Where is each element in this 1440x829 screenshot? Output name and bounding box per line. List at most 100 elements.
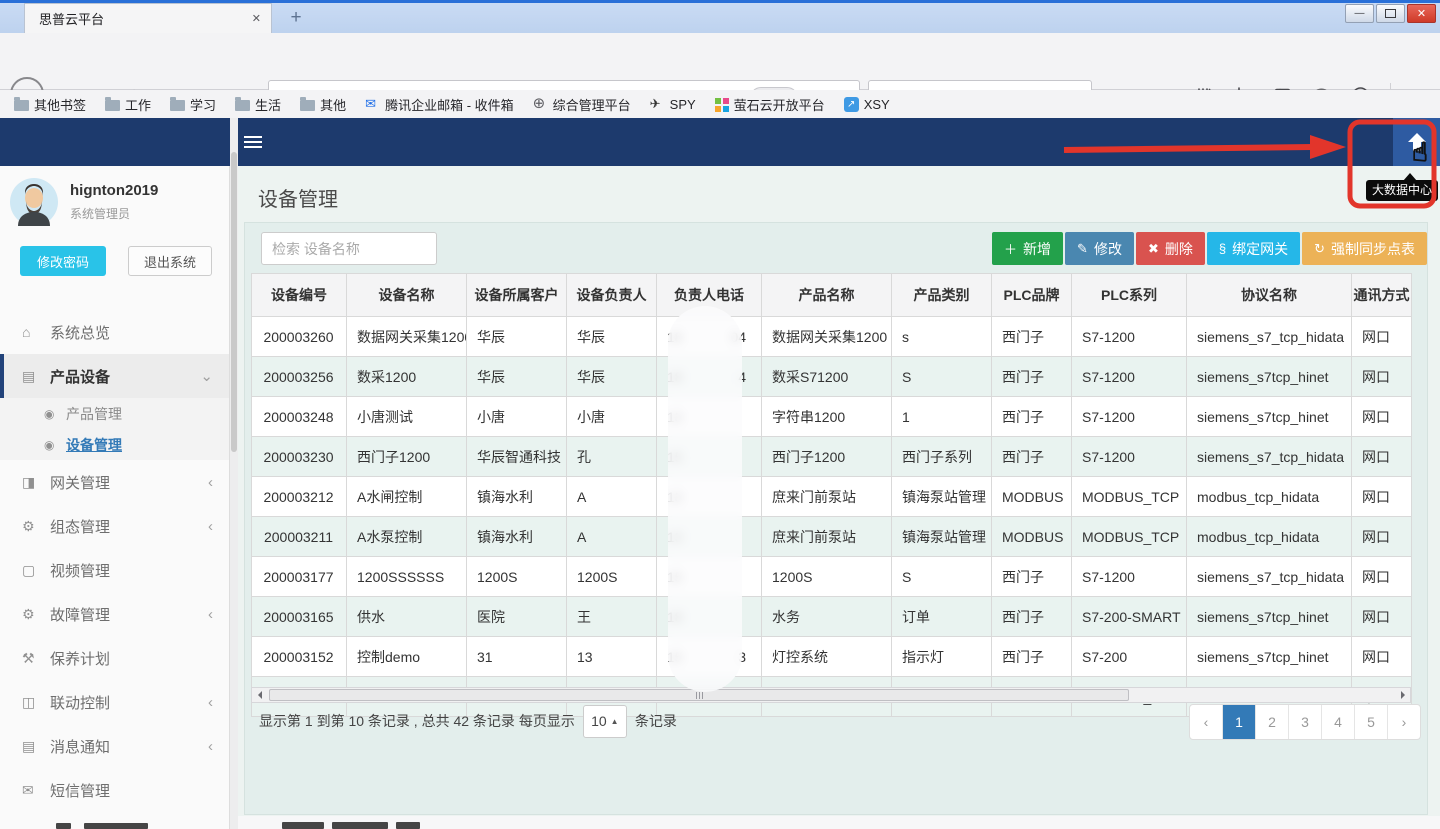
cell-plc-brand: MODBUS (992, 517, 1072, 557)
device-table-row[interactable]: 200003260 数据网关采集1200 华辰 华辰 1804 数据网关采集12… (252, 317, 1412, 357)
window-minimize-button[interactable]: — (1345, 4, 1374, 23)
cell-product: 庶来门前泵站 (762, 477, 892, 517)
page-button[interactable]: 5 (1354, 705, 1387, 739)
bookmark-item[interactable]: 综合管理平台 (533, 95, 631, 114)
scroll-right-arrow-icon[interactable] (1395, 688, 1410, 702)
cell-device-name: A水泵控制 (347, 517, 467, 557)
bookmark-item[interactable]: 生活 (235, 95, 281, 114)
scroll-left-arrow-icon[interactable] (252, 688, 267, 702)
page-size-select[interactable]: 10 ▲ (583, 705, 627, 738)
page-button[interactable]: 1 (1222, 705, 1255, 739)
device-search-input[interactable] (261, 232, 437, 265)
avatar[interactable] (10, 178, 58, 226)
table-column-header[interactable]: PLC系列 (1072, 274, 1187, 317)
cell-owner: 华辰 (567, 357, 657, 397)
cell-customer: 1200S (467, 557, 567, 597)
sidebar-menu-item[interactable]: ⚙ 组态管理 ‹ (0, 504, 229, 548)
page-title: 设备管理 (258, 183, 338, 212)
cell-owner: A (567, 517, 657, 557)
bookmark-item[interactable]: 萤石云开放平台 (715, 95, 825, 114)
cell-comm-type: 网口 (1352, 317, 1412, 357)
browser-tab[interactable]: 思普云平台 ✕ (24, 3, 272, 33)
table-column-header[interactable]: 产品名称 (762, 274, 892, 317)
cell-owner: 13 (567, 637, 657, 677)
sidebar-menu-item[interactable]: ▢ 视频管理 (0, 548, 229, 592)
table-column-header[interactable]: 设备负责人 (567, 274, 657, 317)
horizontal-scrollbar[interactable] (251, 687, 1411, 703)
window-maximize-button[interactable] (1376, 4, 1405, 23)
cell-comm-type: 网口 (1352, 477, 1412, 517)
sidebar-menu-item[interactable]: ◫ 联动控制 ‹ (0, 680, 229, 724)
cell-plc-series: S7-1200 (1072, 437, 1187, 477)
menu-item-icon: ⚙ (22, 518, 50, 535)
table-column-header[interactable]: 产品类别 (892, 274, 992, 317)
cell-product: 1200S (762, 557, 892, 597)
bookmark-item[interactable]: 其他 (300, 95, 346, 114)
toolbar-button[interactable]: ✖ 删除 (1136, 232, 1205, 265)
device-table-row[interactable]: 200003256 数采1200 华辰 华辰 184 数采S71200 S 西门… (252, 357, 1412, 397)
vertical-scrollbar-thumb[interactable] (231, 152, 237, 452)
cell-product: 灯控系统 (762, 637, 892, 677)
cell-plc-series: MODBUS_TCP (1072, 477, 1187, 517)
cell-device-id: 200003260 (252, 317, 347, 357)
cell-device-name: 数采1200 (347, 357, 467, 397)
sidebar-menu-item[interactable]: ▤ 产品设备 ⌄ (0, 354, 229, 398)
tab-close-icon[interactable]: ✕ (252, 12, 271, 25)
bookmark-item[interactable]: 工作 (105, 95, 151, 114)
table-column-header[interactable]: 设备编号 (252, 274, 347, 317)
cell-protocol: siemens_s7tcp_hinet (1187, 397, 1352, 437)
sidebar-menu-item[interactable]: ▤ 消息通知 ‹ (0, 724, 229, 768)
sidebar-menu-item[interactable]: ◉ 设备管理 (0, 429, 229, 460)
bookmark-item[interactable]: 其他书签 (14, 95, 86, 114)
sidebar-collapse-icon[interactable] (244, 136, 262, 151)
page-button[interactable]: 3 (1288, 705, 1321, 739)
bookmark-item[interactable]: XSY (844, 97, 890, 112)
sidebar-menu-item[interactable]: ⚙ 故障管理 ‹ (0, 592, 229, 636)
device-panel: ＋ 新增 ✎ 修改 ✖ 删除 § 绑定网关 ↻ 强制同步点表 (244, 222, 1428, 815)
table-column-header[interactable]: 通讯方式 (1352, 274, 1412, 317)
cell-customer: 华辰智通科技 (467, 437, 567, 477)
sidebar-menu-item[interactable]: ◉ 产品管理 (0, 398, 229, 429)
cell-comm-type: 网口 (1352, 637, 1412, 677)
toolbar-button-label: 新增 (1023, 239, 1051, 259)
toolbar-button[interactable]: ＋ 新增 (992, 232, 1063, 265)
table-column-header[interactable]: 设备名称 (347, 274, 467, 317)
sidebar-menu-item[interactable]: ⌂ 系统总览 (0, 310, 229, 354)
cell-device-id: 200003230 (252, 437, 347, 477)
page-button[interactable]: 2 (1255, 705, 1288, 739)
change-password-button[interactable]: 修改密码 (20, 246, 106, 276)
cell-protocol: siemens_s7tcp_hinet (1187, 357, 1352, 397)
device-table-row[interactable]: 200003152 控制demo 31 13 153 灯控系统 指示灯 西门子 … (252, 637, 1412, 677)
table-column-header[interactable]: 设备所属客户 (467, 274, 567, 317)
cell-device-name: A水闸控制 (347, 477, 467, 517)
sidebar-menu-item[interactable]: ◨ 网关管理 ‹ (0, 460, 229, 504)
new-tab-button[interactable]: + (283, 5, 309, 31)
page-button[interactable]: › (1387, 705, 1420, 739)
cell-plc-series: S7-200-SMART (1072, 597, 1187, 637)
logout-button[interactable]: 退出系统 (128, 246, 212, 276)
device-table-row[interactable]: 200003212 A水闸控制 镇海水利 A 13 庶来门前泵站 镇海泵站管理 … (252, 477, 1412, 517)
sidebar-menu-item[interactable]: ⚒ 保养计划 (0, 636, 229, 680)
device-table-row[interactable]: 200003230 西门子1200 华辰智通科技 孔 15 西门子1200 西门… (252, 437, 1412, 477)
bookmark-item[interactable]: 腾讯企业邮箱 - 收件箱 (365, 95, 514, 114)
table-column-header[interactable]: 协议名称 (1187, 274, 1352, 317)
page-button[interactable]: 4 (1321, 705, 1354, 739)
device-table-row[interactable]: 200003177 1200SSSSSS 1200S 1200S 15 1200… (252, 557, 1412, 597)
toolbar-button[interactable]: ↻ 强制同步点表 (1302, 232, 1427, 265)
table-column-header[interactable]: PLC品牌 (992, 274, 1072, 317)
page-button[interactable]: ‹ (1190, 705, 1222, 739)
cell-owner: 1200S (567, 557, 657, 597)
window-close-button[interactable]: ✕ (1407, 4, 1436, 23)
device-table-row[interactable]: 200003211 A水泵控制 镇海水利 A 13 庶来门前泵站 镇海泵站管理 … (252, 517, 1412, 557)
sidebar-menu-item[interactable]: ✉ 短信管理 (0, 768, 229, 812)
device-table-row[interactable]: 200003165 供水 医院 王 18 水务 订单 西门子 S7-200-SM… (252, 597, 1412, 637)
bookmark-item[interactable]: SPY (650, 97, 696, 112)
globe-icon (533, 97, 548, 111)
menu-item-icon: ▤ (22, 368, 50, 385)
cell-owner: 华辰 (567, 317, 657, 357)
toolbar-button[interactable]: ✎ 修改 (1065, 232, 1134, 265)
toolbar-button[interactable]: § 绑定网关 (1207, 232, 1300, 265)
device-table-row[interactable]: 200003248 小唐测试 小唐 小唐 13 字符串1200 1 西门子 S7… (252, 397, 1412, 437)
bookmarks-bar: 其他书签 工作 学习 生活 其他 腾讯企业邮箱 - 收件箱 综合管理平台 (0, 90, 1440, 118)
bookmark-item[interactable]: 学习 (170, 95, 216, 114)
